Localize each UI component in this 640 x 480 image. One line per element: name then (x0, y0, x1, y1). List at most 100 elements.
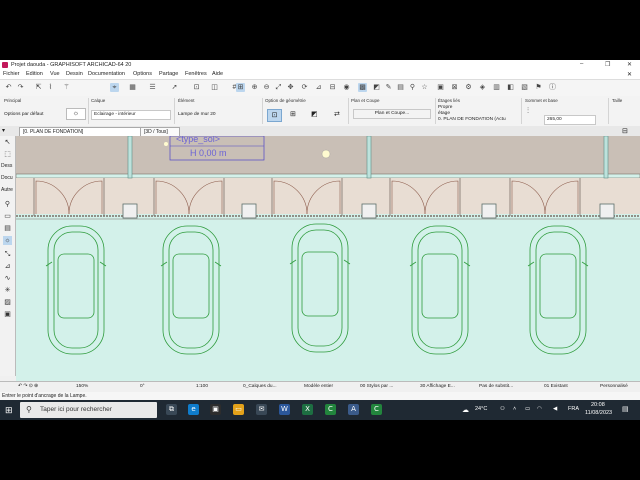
geometry-swap-icon[interactable]: ⇄ (334, 110, 340, 118)
hotspot-tool-icon[interactable]: ✳ (3, 286, 12, 295)
undo-view-icon[interactable]: ↶ ↷ ⊙ ⊕ (18, 384, 38, 389)
lamp-settings-icon[interactable]: ☼ (66, 108, 86, 120)
layers-icon[interactable]: ☰ (148, 83, 157, 92)
app-green-icon[interactable]: C (325, 404, 336, 415)
pan-icon[interactable]: ✥ (286, 83, 295, 92)
navigator-icon[interactable]: ⊟ (622, 127, 628, 135)
marquee-tool-icon[interactable]: ⬚ (3, 150, 12, 159)
principal-value[interactable]: Options par défaut (4, 112, 43, 117)
excel-icon[interactable]: X (302, 404, 313, 415)
custom-view[interactable]: Personnalisé (600, 384, 628, 389)
substitution-value[interactable]: Pas de substit... (479, 384, 513, 389)
drawing-canvas[interactable]: <type_sol> H 0,00 m (16, 136, 640, 381)
scale-value[interactable]: 1:100 (196, 384, 208, 389)
magic-wand-icon[interactable]: ⚚ (62, 83, 71, 92)
zoom-out-icon[interactable]: ⊖ (262, 83, 271, 92)
sommet-input[interactable]: 265,00 (544, 115, 596, 125)
teamwork-icon[interactable]: ⚑ (534, 83, 543, 92)
menu-documentation[interactable]: Documentation (88, 71, 125, 77)
notification-icon[interactable]: ▤ (622, 405, 629, 413)
fit-icon[interactable]: ⤢ (274, 83, 283, 92)
cube-icon[interactable]: ◫ (210, 83, 219, 92)
taskbar-search[interactable]: ⚲ Taper ici pour rechercher (20, 402, 157, 418)
spline-tool-icon[interactable]: ∿ (3, 274, 12, 283)
clock-date[interactable]: 11/08/2023 (585, 410, 612, 416)
stair-tool-icon[interactable]: ▤ (3, 224, 12, 233)
measure-icon[interactable]: ⊿ (314, 83, 323, 92)
display-option[interactable]: 30 Affichage E... (420, 384, 455, 389)
menu-dessin[interactable]: Dessin (66, 71, 83, 77)
arrow-tool-icon[interactable]: ↖ (3, 138, 12, 147)
zoom-value[interactable]: 150% (76, 384, 88, 389)
file-explorer-icon[interactable]: ▭ (233, 404, 244, 415)
mail-icon[interactable]: ✉ (256, 404, 267, 415)
temperature[interactable]: 24°C (475, 406, 487, 412)
maximize-button[interactable]: ❐ (605, 61, 610, 68)
settings-icon[interactable]: ⚙ (464, 83, 473, 92)
view-icon[interactable]: ◧ (506, 83, 515, 92)
angle-value[interactable]: 0° (140, 384, 145, 389)
fill-tool-icon[interactable]: ▨ (3, 298, 12, 307)
camera-icon[interactable]: ◉ (342, 83, 351, 92)
close-button[interactable]: ✕ (627, 61, 632, 68)
clock-time[interactable]: 20:08 (591, 402, 605, 408)
object-tool-icon[interactable]: ⚲ (3, 200, 12, 209)
archicad-taskbar-icon[interactable]: A (348, 404, 359, 415)
app-green-2-icon[interactable]: C (371, 404, 382, 415)
render-icon[interactable]: ◈ (478, 83, 487, 92)
undo-icon[interactable]: ↶ (4, 83, 13, 92)
menu-partage[interactable]: Partage (159, 71, 178, 77)
menu-aide[interactable]: Aide (212, 71, 223, 77)
geometry-single-icon[interactable]: ⊡ (267, 109, 282, 122)
menu-fenetres[interactable]: Fenêtres (185, 71, 207, 77)
menu-edition[interactable]: Edition (26, 71, 43, 77)
zone-tool-icon[interactable]: ▭ (3, 212, 12, 221)
language[interactable]: FRA (568, 406, 579, 412)
menu-options[interactable]: Options (133, 71, 152, 77)
menu-vue[interactable]: Vue (50, 71, 60, 77)
floor-icon[interactable]: ◩ (372, 83, 381, 92)
etages-value-3[interactable]: 0. PLAN DE FONDATION (Actu (438, 117, 506, 122)
menu-fichier[interactable]: Fichier (3, 71, 20, 77)
word-icon[interactable]: W (279, 404, 290, 415)
doc-icon[interactable]: ▤ (396, 83, 405, 92)
model-view[interactable]: Modèle entier (304, 384, 333, 389)
level-tool-icon[interactable]: ⊿ (3, 262, 12, 271)
people-icon[interactable]: ⚇ (500, 406, 505, 412)
info-icon[interactable]: ⓘ (548, 83, 557, 92)
widget-icon[interactable]: ▣ (210, 404, 221, 415)
redo-icon[interactable]: ↷ (16, 83, 25, 92)
section-icon[interactable]: ⊟ (328, 83, 337, 92)
geometry-diagonal-icon[interactable]: ◩ (311, 110, 318, 118)
lock-icon[interactable]: ⊡ (192, 83, 201, 92)
windows-start-icon[interactable]: ⊞ (5, 405, 15, 415)
orbit-icon[interactable]: ⟳ (300, 83, 309, 92)
zoom-in-icon[interactable]: ⊕ (250, 83, 259, 92)
dimension-tool-icon[interactable]: ⤡ (3, 250, 12, 259)
task-view-icon[interactable]: ⧉ (166, 404, 177, 415)
grid-icon[interactable]: ▦ (128, 83, 137, 92)
lamp-tool-icon[interactable]: ☼ (3, 236, 12, 245)
plan-coupe-button[interactable]: Plan et Coupe... (353, 109, 431, 119)
close-project-icon[interactable]: ✕ (627, 71, 632, 78)
geometry-rotated-icon[interactable]: ⊞ (290, 110, 296, 118)
toolbox-autre[interactable]: Autre (1, 187, 13, 193)
library-icon[interactable]: ▧ (520, 83, 529, 92)
edge-icon[interactable]: e (188, 404, 199, 415)
paint-icon[interactable]: ✎ (384, 83, 393, 92)
toolbox-dessin[interactable]: Dess (1, 163, 12, 169)
wifi-icon[interactable]: ◠ (537, 406, 542, 412)
arrow-icon[interactable]: ➚ (170, 83, 179, 92)
attach-icon[interactable]: ⚲ (408, 83, 417, 92)
minimize-button[interactable]: – (580, 61, 583, 67)
calque-select[interactable]: Eclairage - intérieur (91, 110, 171, 120)
tab-3d[interactable]: [3D / Tous] (140, 127, 180, 136)
lamp-symbol[interactable] (321, 149, 331, 159)
guide-icon[interactable]: ⊞ (236, 83, 245, 92)
volume-icon[interactable]: ◀ (553, 406, 557, 412)
pen-set[interactable]: 00 Stylos par ... (360, 384, 393, 389)
toolbox-documentation[interactable]: Docu (1, 175, 13, 181)
pointer-icon[interactable]: ⇱ (34, 83, 43, 92)
layer-combination[interactable]: 0_Calques du... (243, 384, 277, 389)
organizer-icon[interactable]: ⊠ (450, 83, 459, 92)
